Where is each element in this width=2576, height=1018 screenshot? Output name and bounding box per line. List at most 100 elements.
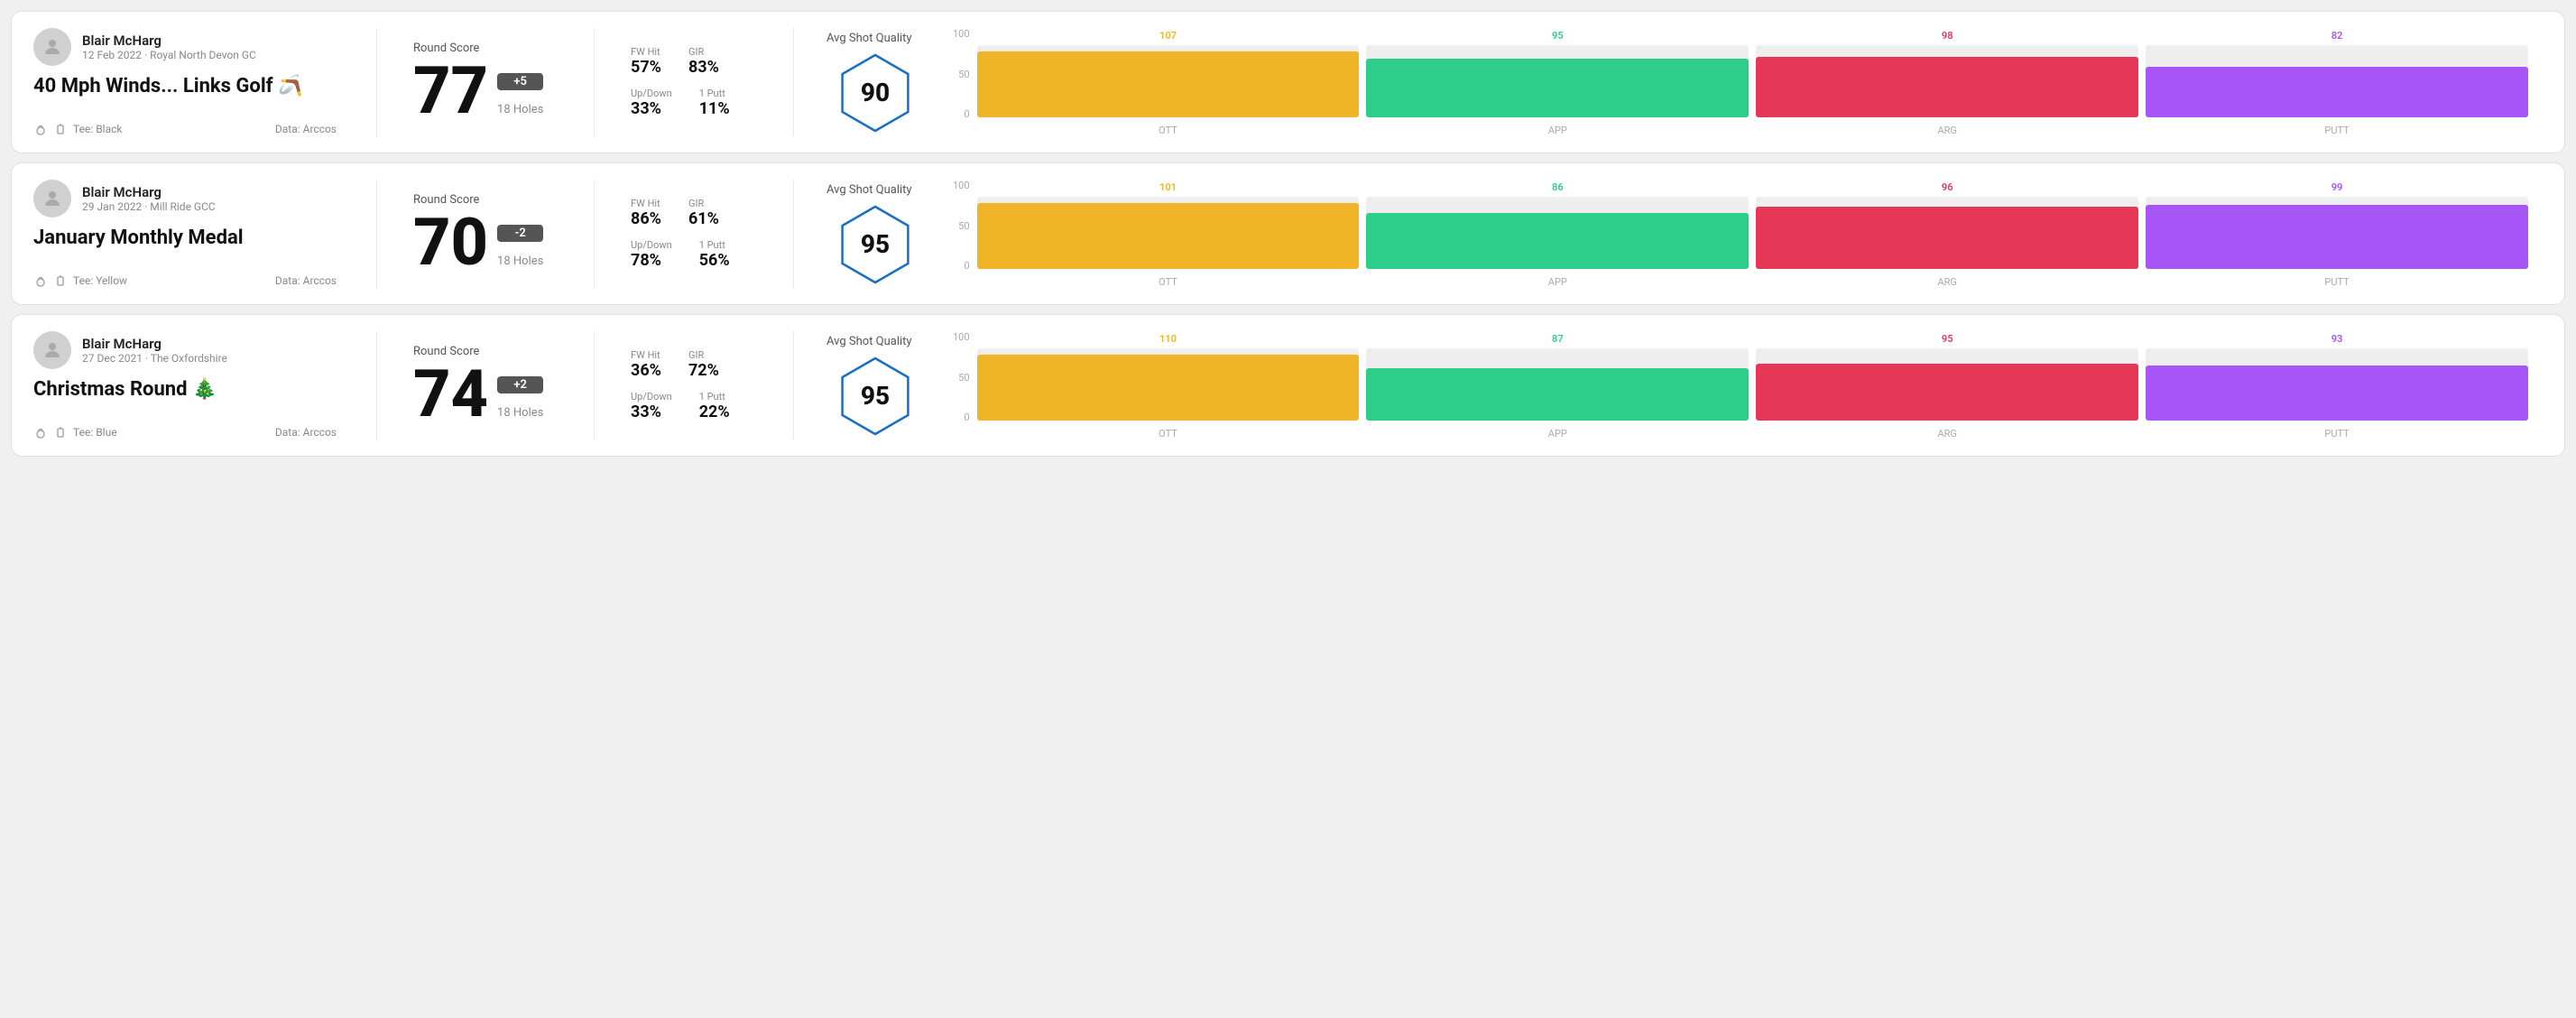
- player-top: Blair McHarg 12 Feb 2022 · Royal North D…: [33, 28, 337, 66]
- bar-label: APP: [1548, 428, 1567, 440]
- stats-row-2: Up/Down 33% 1 Putt 22%: [631, 391, 757, 421]
- player-bottom: Tee: Yellow Data: Arccos: [33, 273, 337, 288]
- up-down-stat: Up/Down 33%: [631, 391, 672, 421]
- tee-label: Tee: Yellow: [73, 274, 127, 287]
- player-section: Blair McHarg 29 Jan 2022 · Mill Ride GCC…: [33, 180, 358, 288]
- quality-section: Avg Shot Quality 95: [812, 180, 938, 288]
- bar-value: 86: [1552, 181, 1564, 193]
- stats-row-1: FW Hit 36% GIR 72%: [631, 349, 757, 380]
- gir-stat: GIR 61%: [688, 198, 719, 228]
- one-putt-value: 56%: [699, 251, 730, 270]
- chart-y-axis: 100 50 0: [953, 331, 970, 440]
- player-section: Blair McHarg 27 Dec 2021 · The Oxfordshi…: [33, 331, 358, 440]
- player-info: Blair McHarg 27 Dec 2021 · The Oxfordshi…: [82, 336, 227, 365]
- y-label-50: 50: [953, 372, 970, 384]
- one-putt-stat: 1 Putt 56%: [699, 239, 730, 270]
- gir-label: GIR: [688, 46, 719, 58]
- gir-label: GIR: [688, 198, 719, 209]
- score-main: 74 +2 18 Holes: [413, 362, 558, 427]
- bar-label: OTT: [1159, 276, 1177, 288]
- one-putt-stat: 1 Putt 11%: [699, 88, 730, 118]
- round-card-1: Blair McHarg 12 Feb 2022 · Royal North D…: [11, 11, 2565, 153]
- bar-group-arg: 98 ARG: [1756, 30, 2138, 136]
- bar-group-ott: 110 OTT: [977, 333, 1360, 440]
- y-label-0: 0: [953, 412, 970, 423]
- bar-value: 110: [1159, 333, 1177, 345]
- bar-label: APP: [1548, 276, 1567, 288]
- bar-group-putt: 93 PUTT: [2146, 333, 2528, 440]
- score-section: Round Score 70 -2 18 Holes: [395, 180, 576, 288]
- bar-group-app: 87 APP: [1366, 333, 1749, 440]
- player-top: Blair McHarg 29 Jan 2022 · Mill Ride GCC: [33, 180, 337, 217]
- divider-2: [594, 331, 595, 440]
- tee-label: Tee: Blue: [73, 426, 117, 439]
- y-label-100: 100: [953, 28, 970, 40]
- chart-area: 100 50 0 107 OTT 95 APP 98: [953, 28, 2528, 136]
- up-down-value: 78%: [631, 251, 672, 270]
- quality-label: Avg Shot Quality: [826, 183, 912, 197]
- bar-fill: [977, 203, 1360, 269]
- bar-fill: [2146, 205, 2528, 269]
- chart-area: 100 50 0 110 OTT 87 APP 95: [953, 331, 2528, 440]
- bar-fill: [1756, 207, 2138, 269]
- gir-value: 61%: [688, 209, 719, 228]
- data-source: Data: Arccos: [275, 123, 337, 135]
- one-putt-label: 1 Putt: [699, 239, 730, 251]
- y-label-50: 50: [953, 69, 970, 80]
- score-holes: 18 Holes: [497, 406, 543, 420]
- golf-bag-icon: [53, 273, 68, 288]
- data-source: Data: Arccos: [275, 274, 337, 287]
- score-main: 77 +5 18 Holes: [413, 59, 558, 124]
- bar-value: 96: [1942, 181, 1953, 193]
- avatar: [33, 331, 71, 369]
- up-down-label: Up/Down: [631, 239, 672, 251]
- hexagon-container: 95: [835, 356, 916, 437]
- weather-icon: [33, 425, 48, 440]
- bar-group-ott: 101 OTT: [977, 181, 1360, 288]
- bar-value: 93: [2331, 333, 2343, 345]
- chart-section: 100 50 0 107 OTT 95 APP 98: [938, 28, 2543, 136]
- score-diff-badge: +2: [497, 376, 543, 393]
- bar-label: ARG: [1937, 125, 1956, 136]
- bar-wrapper: [1366, 45, 1749, 117]
- bar-wrapper: [1756, 348, 2138, 421]
- y-label-100: 100: [953, 180, 970, 191]
- divider-3: [793, 180, 794, 288]
- y-label-0: 0: [953, 260, 970, 272]
- score-number: 70: [413, 210, 488, 275]
- round-card-2: Blair McHarg 29 Jan 2022 · Mill Ride GCC…: [11, 162, 2565, 305]
- bar-value: 107: [1159, 30, 1177, 42]
- divider-1: [376, 331, 377, 440]
- y-label-50: 50: [953, 220, 970, 232]
- divider-3: [793, 331, 794, 440]
- bar-value: 98: [1942, 30, 1953, 42]
- stats-row-1: FW Hit 57% GIR 83%: [631, 46, 757, 77]
- bar-fill: [1366, 59, 1749, 117]
- up-down-label: Up/Down: [631, 88, 672, 99]
- bar-fill: [1366, 213, 1749, 269]
- bar-label: PUTT: [2324, 125, 2349, 136]
- one-putt-label: 1 Putt: [699, 391, 730, 403]
- fw-hit-stat: FW Hit 57%: [631, 46, 661, 77]
- stats-row-1: FW Hit 86% GIR 61%: [631, 198, 757, 228]
- up-down-value: 33%: [631, 99, 672, 118]
- bar-wrapper: [2146, 197, 2528, 269]
- player-date: 29 Jan 2022 · Mill Ride GCC: [82, 200, 216, 213]
- up-down-value: 33%: [631, 403, 672, 421]
- round-title: 40 Mph Winds... Links Golf 🪃: [33, 75, 337, 97]
- avatar: [33, 28, 71, 66]
- tee-info: Tee: Blue: [33, 425, 117, 440]
- divider-1: [376, 28, 377, 136]
- bar-label: APP: [1548, 125, 1567, 136]
- stats-row-2: Up/Down 78% 1 Putt 56%: [631, 239, 757, 270]
- bar-group-app: 86 APP: [1366, 181, 1749, 288]
- bar-wrapper: [2146, 45, 2528, 117]
- player-info: Blair McHarg 12 Feb 2022 · Royal North D…: [82, 32, 256, 61]
- weather-icon: [33, 273, 48, 288]
- bar-group-putt: 82 PUTT: [2146, 30, 2528, 136]
- chart-section: 100 50 0 110 OTT 87 APP 95: [938, 331, 2543, 440]
- bar-wrapper: [977, 45, 1360, 117]
- tee-info: Tee: Black: [33, 122, 122, 136]
- score-diff-badge: -2: [497, 225, 543, 242]
- chart-y-axis: 100 50 0: [953, 180, 970, 288]
